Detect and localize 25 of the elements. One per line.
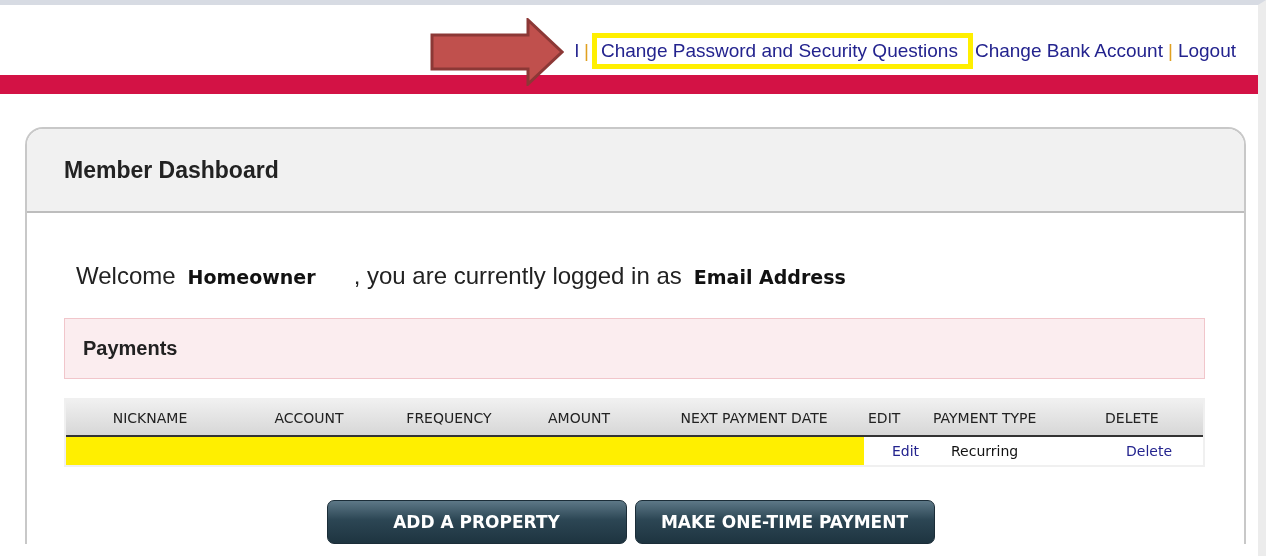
action-button[interactable]: MAKE ONE-TIME PAYMENT <box>634 500 935 544</box>
column-header: EDIT <box>867 409 902 426</box>
nav-link[interactable]: Change Bank Account <box>972 36 1165 66</box>
welcome-text: Welcome <box>76 262 176 290</box>
edit-link[interactable]: Edit <box>864 443 929 459</box>
panel-title: Member Dashboard <box>64 156 279 184</box>
separator: | <box>1167 40 1173 62</box>
column-header: DELETE <box>1104 409 1160 426</box>
column-header: NEXT PAYMENT DATE <box>679 409 829 426</box>
column-header: AMOUNT <box>547 409 611 426</box>
user-name: Homeowner <box>187 266 316 288</box>
column-header: FREQUENCY <box>405 409 493 426</box>
nav-link[interactable]: Change Password and Security Questions <box>591 33 973 69</box>
column-header: ACCOUNT <box>273 409 345 426</box>
column-header: PAYMENT TYPE <box>932 409 1038 426</box>
separator: | <box>584 40 589 62</box>
column-header: NICKNAME <box>111 409 189 426</box>
nav-link[interactable]: l <box>572 36 581 66</box>
section-title: Payments <box>83 337 178 360</box>
welcome-text: , you are currently logged in as <box>353 262 682 290</box>
user-email: Email Address <box>693 266 846 288</box>
delete-link[interactable]: Delete <box>1101 443 1203 459</box>
action-button[interactable]: ADD A PROPERTY <box>326 500 627 544</box>
nav-link[interactable]: Logout <box>1175 36 1238 66</box>
table-cell-text: Recurring <box>950 443 1020 459</box>
